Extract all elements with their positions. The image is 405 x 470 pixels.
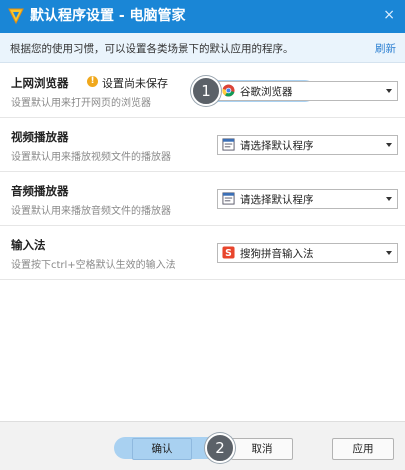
audio-player-select[interactable]: 请选择默认程序 [217, 189, 398, 209]
step-2-badge: 2 [205, 433, 235, 463]
audio-section: 音频播放器 设置默认用来播放音频文件的播放器 请选择默认程序 [0, 171, 405, 226]
audio-section-title: 音频播放器 [11, 184, 69, 198]
ok-button[interactable]: 确认 [132, 438, 192, 460]
unsaved-warning: 设置尚未保存 [102, 77, 168, 90]
info-description: 根据您的使用习惯，可以设置各类场景下的默认应用的程序。 [10, 43, 294, 55]
audio-section-subtitle: 设置默认用来播放音频文件的播放器 [11, 206, 171, 217]
program-icon [222, 138, 235, 151]
sogou-icon: S [222, 246, 235, 259]
window-title: 默认程序设置 - 电脑管家 [30, 8, 186, 24]
video-section: 视频播放器 设置默认用来播放视频文件的播放器 请选择默认程序 [0, 117, 405, 172]
chevron-down-icon [386, 143, 392, 147]
pc-manager-logo-icon [8, 8, 24, 25]
step-1-badge: 1 [191, 76, 221, 106]
browser-select-value: 谷歌浏览器 [240, 86, 293, 98]
input-method-select[interactable]: S 搜狗拼音输入法 [217, 243, 398, 263]
apply-button[interactable]: 应用 [332, 438, 394, 460]
video-section-title: 视频播放器 [11, 130, 69, 144]
browser-section: 上网浏览器 ! 设置尚未保存 设置默认用来打开网页的浏览器 谷歌浏览器 1 [0, 63, 405, 118]
svg-text:S: S [225, 248, 232, 259]
refresh-link[interactable]: 刷新 [375, 41, 396, 56]
audio-player-select-value: 请选择默认程序 [240, 194, 314, 206]
browser-section-subtitle: 设置默认用来打开网页的浏览器 [11, 98, 151, 109]
default-programs-window: 默认程序设置 - 电脑管家 × 根据您的使用习惯，可以设置各类场景下的默认应用的… [0, 0, 405, 470]
input-method-select-value: 搜狗拼音输入法 [240, 248, 314, 260]
program-icon [222, 192, 235, 205]
chrome-icon [222, 84, 235, 97]
video-section-subtitle: 设置默认用来播放视频文件的播放器 [11, 152, 171, 163]
browser-select[interactable]: 谷歌浏览器 [217, 81, 398, 101]
cancel-button[interactable]: 取消 [231, 438, 293, 460]
video-player-select-value: 请选择默认程序 [240, 140, 314, 152]
chevron-down-icon [386, 89, 392, 93]
chevron-down-icon [386, 251, 392, 255]
info-bar: 根据您的使用习惯，可以设置各类场景下的默认应用的程序。 刷新 [0, 33, 405, 63]
close-icon[interactable]: × [383, 6, 395, 24]
browser-section-title: 上网浏览器 [11, 76, 69, 90]
chevron-down-icon [386, 197, 392, 201]
title-bar: 默认程序设置 - 电脑管家 × [0, 0, 405, 33]
input-method-section-subtitle: 设置按下ctrl+空格默认生效的输入法 [11, 260, 176, 271]
footer-bar: 确认 取消 应用 2 [0, 421, 405, 470]
warning-icon: ! [87, 76, 98, 87]
input-method-section: 输入法 设置按下ctrl+空格默认生效的输入法 S 搜狗拼音输入法 [0, 225, 405, 280]
video-player-select[interactable]: 请选择默认程序 [217, 135, 398, 155]
input-method-section-title: 输入法 [11, 238, 46, 252]
